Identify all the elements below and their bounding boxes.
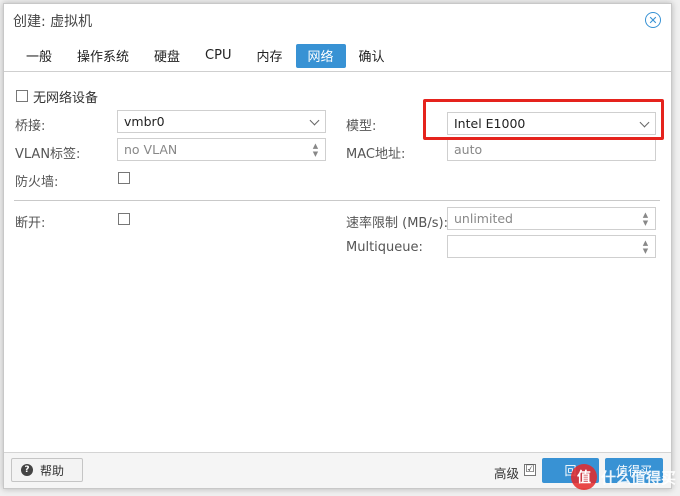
dialog-title: 创建: 虚拟机 [13,13,93,30]
mac-placeholder: auto [454,142,483,157]
tab-network[interactable]: 网络 [295,43,346,68]
question-icon: ? [21,464,33,476]
model-highlight-box [423,99,664,140]
watermark-text: 什么值得买 [600,468,676,487]
bridge-label: 桥接: [15,119,46,134]
advanced-label: 高级 [494,466,520,481]
dialog-titlebar: 创建: 虚拟机 ✕ [4,4,671,37]
firewall-label: 防火墙: [15,175,59,190]
spinner-icon[interactable]: ▲ ▼ [641,210,650,228]
watermark: 值 什么值得买 [526,460,676,494]
disconnect-label: 断开: [15,216,46,231]
bridge-select[interactable]: vmbr0 [117,110,326,133]
firewall-checkbox[interactable] [118,172,130,184]
bridge-value: vmbr0 [124,114,165,129]
rate-limit-input[interactable]: unlimited ▲ ▼ [447,207,656,230]
vlan-label: VLAN标签: [15,147,81,162]
close-icon[interactable]: ✕ [645,12,661,28]
model-label: 模型: [346,119,377,134]
tab-confirm[interactable]: 确认 [347,44,397,68]
rate-limit-placeholder: unlimited [454,211,513,226]
chevron-down-icon[interactable] [309,115,320,126]
spinner-icon[interactable]: ▲ ▼ [641,238,650,256]
mac-input[interactable]: auto [447,138,656,161]
help-button[interactable]: ? 帮助 [11,458,83,482]
disconnect-checkbox[interactable] [118,213,130,225]
no-network-label: 无网络设备 [33,91,99,106]
tab-general[interactable]: 一般 [14,44,64,68]
vlan-value: no VLAN [124,142,178,157]
tab-memory[interactable]: 内存 [244,44,294,68]
section-divider [14,200,660,201]
multiqueue-input[interactable]: ▲ ▼ [447,235,656,258]
tab-os[interactable]: 操作系统 [65,44,141,68]
wizard-tabs: 一般 操作系统 硬盘 CPU 内存 网络 确认 [4,40,671,72]
spinner-icon[interactable]: ▲ ▼ [311,141,320,159]
mac-label: MAC地址: [346,147,406,162]
rate-limit-label: 速率限制 (MB/s): [346,216,448,231]
vlan-input[interactable]: no VLAN ▲ ▼ [117,138,326,161]
watermark-badge: 值 [570,464,597,490]
multiqueue-label: Multiqueue: [346,240,423,255]
help-label: 帮助 [40,463,65,478]
tab-disk[interactable]: 硬盘 [142,44,192,68]
no-network-checkbox[interactable] [16,90,28,102]
create-vm-dialog: 创建: 虚拟机 ✕ 一般 操作系统 硬盘 CPU 内存 网络 确认 无网络设备 … [3,3,672,489]
tab-cpu[interactable]: CPU [193,44,243,68]
